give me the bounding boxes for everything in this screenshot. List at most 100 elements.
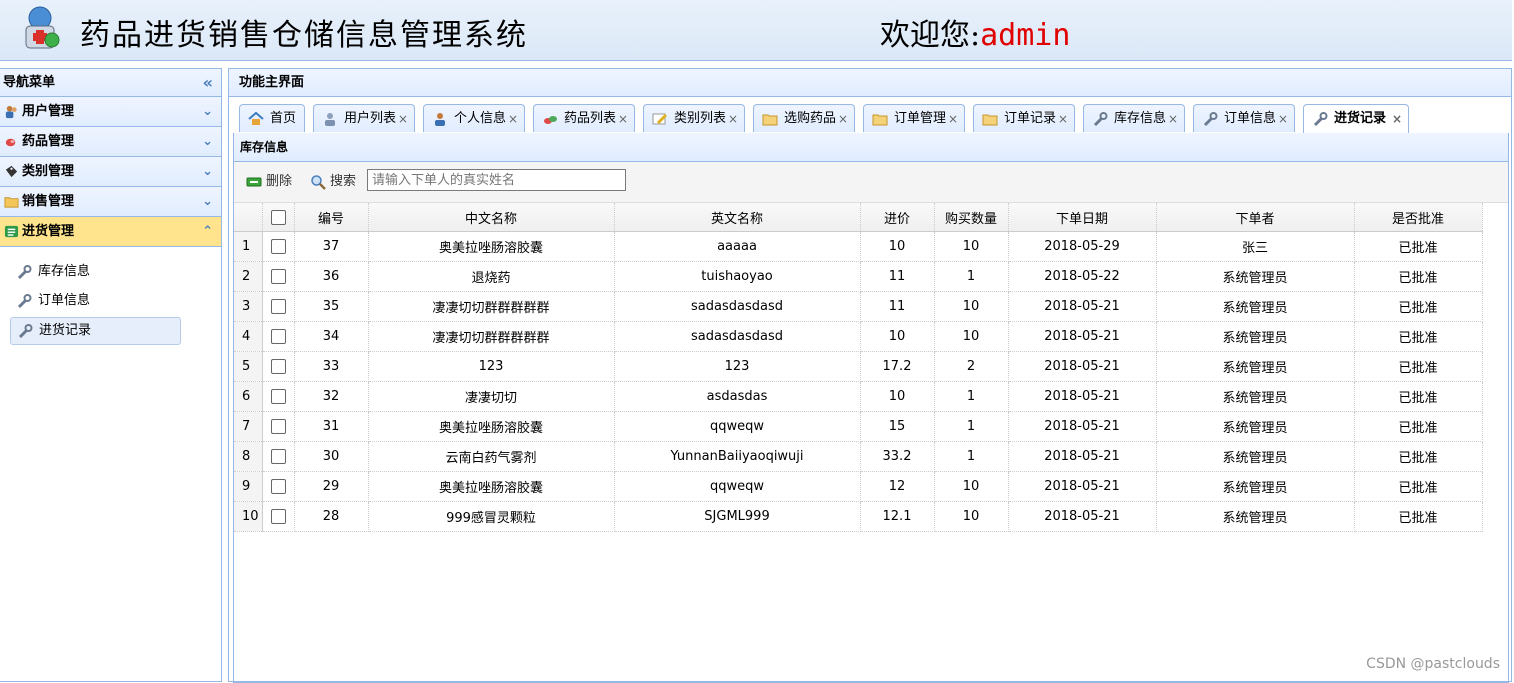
table-cell: 123 — [614, 351, 861, 382]
table-row[interactable]: 1 37 奥美拉唑肠溶胶囊 aaaaa 10 10 2018-05-29 张三 已批准 — [234, 231, 1483, 262]
table-cell: 2018-05-21 — [1008, 501, 1157, 532]
row-select-cell — [262, 291, 295, 322]
table-row[interactable]: 7 31 奥美拉唑肠溶胶囊 qqweqw 15 1 2018-05-21 系统管理员 已批准 — [234, 411, 1483, 442]
table-cell: 已批准 — [1354, 471, 1483, 502]
row-checkbox[interactable] — [270, 299, 286, 314]
data-table: 编号 中文名称 英文名称 进价 购买数量 下单日期 下单者 是否批准 1 37 奥美… — [234, 203, 1483, 532]
close-icon[interactable]: × — [948, 105, 958, 133]
table-row[interactable]: 2 36 退烧药 tuishaoyao 11 1 2018-05-22 系统管理员 已批准 — [234, 261, 1483, 292]
row-select-cell — [262, 441, 295, 472]
column-header[interactable]: 英文名称 — [614, 203, 861, 232]
column-header[interactable]: 编号 — [294, 203, 369, 232]
table-cell: 张三 — [1156, 231, 1355, 262]
row-checkbox[interactable] — [270, 449, 286, 464]
table-cell: 10 — [860, 321, 935, 352]
delete-icon — [246, 177, 262, 187]
row-select-cell — [262, 231, 295, 262]
row-checkbox[interactable] — [270, 269, 286, 284]
users-icon — [325, 113, 335, 126]
row-select-cell — [262, 411, 295, 442]
table-row[interactable]: 8 30 云南白药气雾剂 YunnanBaiiyaoqiwuji 33.2 1 2018-0… — [234, 441, 1483, 472]
row-checkbox[interactable] — [270, 419, 286, 434]
menu-drug-management[interactable]: 药品管理 ⌄ — [0, 127, 221, 157]
menu-user-management[interactable]: 用户管理 ⌄ — [0, 97, 221, 127]
column-header[interactable]: 进价 — [860, 203, 935, 232]
row-checkbox[interactable] — [270, 329, 286, 344]
row-select-cell — [262, 261, 295, 292]
table-cell: 10 — [934, 471, 1009, 502]
close-icon[interactable]: × — [618, 105, 628, 133]
tab-user-list[interactable]: 用户列表 × — [313, 104, 415, 132]
row-checkbox[interactable] — [270, 239, 286, 254]
tab-label: 用户列表 — [344, 111, 397, 126]
tab-category-list[interactable]: 类别列表 × — [643, 104, 745, 132]
search-input[interactable] — [367, 169, 626, 191]
close-icon[interactable]: × — [728, 105, 738, 133]
chevron-down-icon: ⌄ — [202, 134, 213, 149]
sidebar: 导航菜单 « 用户管理 ⌄ 药品管理 ⌄ 类别管理 ⌄ 销售管理 ⌄ 进货管理 … — [0, 68, 222, 682]
table-cell: 28 — [294, 501, 369, 532]
sidebar-item-order-info[interactable]: 订单信息 — [10, 288, 181, 314]
close-icon[interactable]: × — [838, 105, 848, 133]
wrench-icon — [17, 265, 32, 280]
close-icon[interactable]: × — [1278, 105, 1288, 133]
column-header[interactable]: 购买数量 — [934, 203, 1009, 232]
column-header[interactable]: 中文名称 — [368, 203, 615, 232]
column-header[interactable]: 下单日期 — [1008, 203, 1157, 232]
close-icon[interactable]: × — [1058, 105, 1068, 133]
tab-label: 订单信息 — [1224, 111, 1277, 126]
search-button[interactable]: 搜索 — [308, 173, 356, 191]
row-checkbox[interactable] — [270, 389, 286, 404]
table-cell: 凄凄切切群群群群群 — [368, 291, 615, 322]
close-icon[interactable]: × — [1392, 105, 1402, 133]
sidebar-title-text: 导航菜单 — [3, 75, 56, 90]
table-row[interactable]: 4 34 凄凄切切群群群群群 sadasdasdasd 10 10 2018-05-21 系统… — [234, 321, 1483, 352]
tab-personal-info[interactable]: 个人信息 × — [423, 104, 525, 132]
tab-order-records[interactable]: 订单记录 × — [973, 104, 1075, 132]
table-cell: 奥美拉唑肠溶胶囊 — [368, 231, 615, 262]
folder-icon — [762, 114, 778, 126]
tab-order-management[interactable]: 订单管理 × — [863, 104, 965, 132]
close-icon[interactable]: × — [1168, 105, 1178, 133]
table-row[interactable]: 6 32 凄凄切切 asdasdas 10 1 2018-05-21 系统管理员 已批准 — [234, 381, 1483, 412]
tab-label: 类别列表 — [674, 111, 727, 126]
sidebar-title: 导航菜单 « — [0, 69, 221, 97]
table-cell: 2018-05-21 — [1008, 471, 1157, 502]
tab-order-info[interactable]: 订单信息 × — [1193, 104, 1295, 132]
pills-icon — [544, 116, 557, 124]
table-cell: 35 — [294, 291, 369, 322]
table-row[interactable]: 9 29 奥美拉唑肠溶胶囊 qqweqw 12 10 2018-05-21 系统管理员 已批准 — [234, 471, 1483, 502]
delete-button[interactable]: 删除 — [244, 173, 292, 191]
column-header[interactable]: 是否批准 — [1354, 203, 1483, 232]
tab-purchase-records[interactable]: 进货记录 × — [1303, 104, 1409, 134]
search-label: 搜索 — [330, 174, 357, 189]
row-checkbox[interactable] — [270, 359, 286, 374]
table-cell: qqweqw — [614, 411, 861, 442]
table-cell: 已批准 — [1354, 501, 1483, 532]
tab-select-drugs[interactable]: 选购药品 × — [753, 104, 855, 132]
datagrid-toolbar: 删除 搜索 — [234, 162, 1508, 203]
table-cell: 2 — [934, 351, 1009, 382]
double-chevron-left-icon[interactable]: « — [203, 69, 213, 96]
tab-drug-list[interactable]: 药品列表 × — [533, 104, 635, 132]
row-checkbox[interactable] — [270, 479, 286, 494]
tab-home[interactable]: 首页 — [239, 104, 305, 132]
table-row[interactable]: 10 28 999感冒灵颗粒 SJGML999 12.1 10 2018-05-21 系统管理… — [234, 501, 1483, 532]
row-number: 7 — [234, 411, 263, 442]
table-cell: 凄凄切切 — [368, 381, 615, 412]
table-row[interactable]: 3 35 凄凄切切群群群群群 sadasdasdasd 11 10 2018-05-21 系统… — [234, 291, 1483, 322]
menu-sales-management[interactable]: 销售管理 ⌄ — [0, 187, 221, 217]
close-icon[interactable]: × — [398, 105, 408, 133]
menu-purchase-management[interactable]: 进货管理 ⌃ — [0, 217, 221, 247]
welcome-text: 欢迎您:admin — [880, 10, 1070, 54]
sidebar-item-purchase-records[interactable]: 进货记录 — [10, 317, 181, 345]
tab-label: 首页 — [270, 111, 297, 126]
close-icon[interactable]: × — [508, 105, 518, 133]
menu-category-management[interactable]: 类别管理 ⌄ — [0, 157, 221, 187]
column-header[interactable]: 下单者 — [1156, 203, 1355, 232]
row-checkbox[interactable] — [270, 509, 286, 524]
tab-inventory-info[interactable]: 库存信息 × — [1083, 104, 1185, 132]
select-all-checkbox[interactable] — [270, 209, 286, 225]
sidebar-item-inventory[interactable]: 库存信息 — [10, 259, 181, 285]
table-row[interactable]: 5 33 123 123 17.2 2 2018-05-21 系统管理员 已批准 — [234, 351, 1483, 382]
